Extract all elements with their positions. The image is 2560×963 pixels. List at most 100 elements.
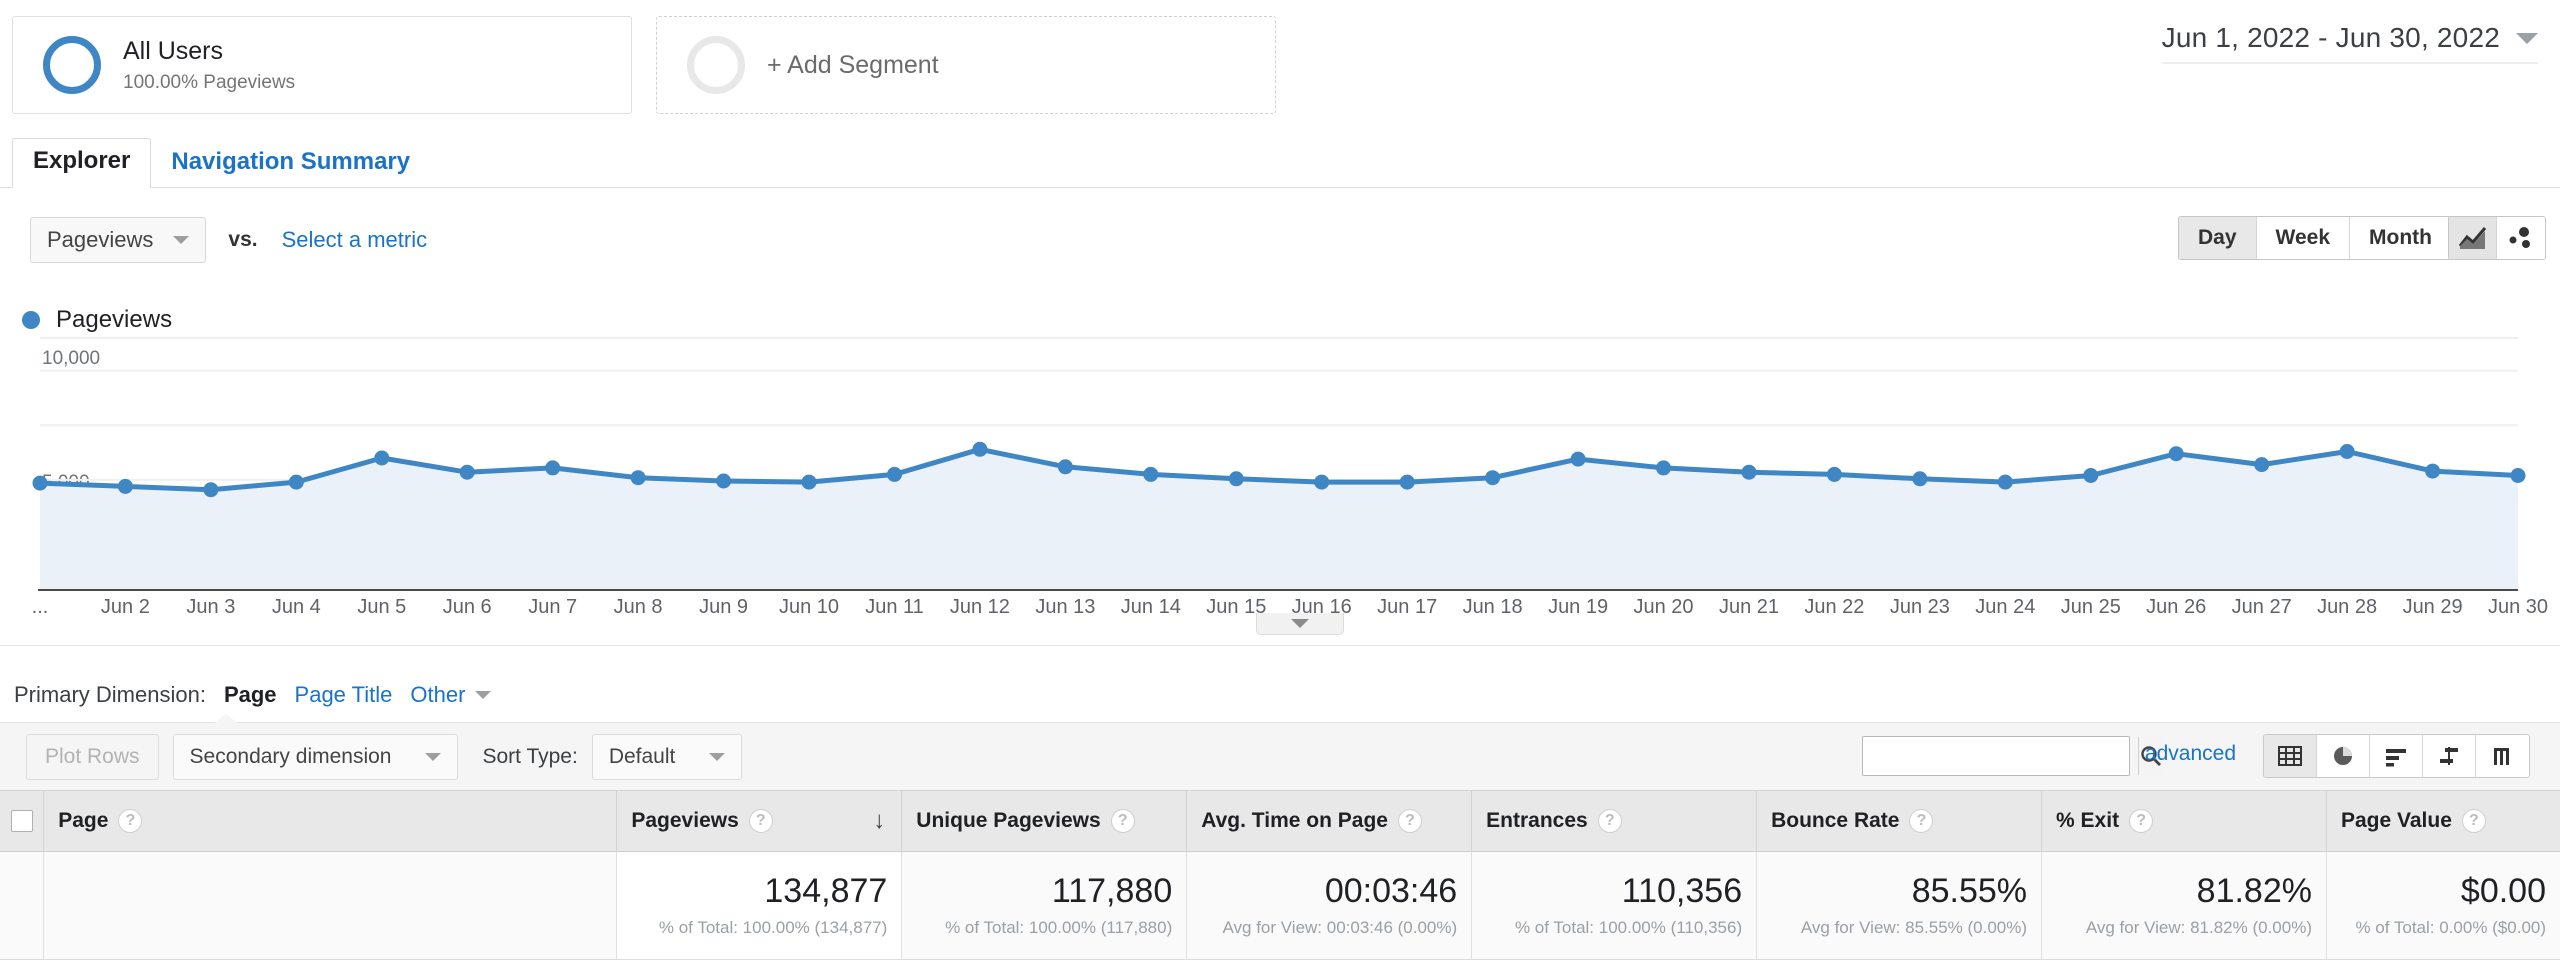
help-icon[interactable]: ? xyxy=(1111,809,1135,833)
granularity-day[interactable]: Day xyxy=(2179,217,2257,259)
summary-cell-exit: 81.82%Avg for View: 81.82% (0.00%) xyxy=(2042,852,2327,959)
x-axis-tick-18: Jun 19 xyxy=(1548,596,1608,619)
x-axis-tick-10: Jun 11 xyxy=(865,596,924,619)
x-axis-tick-27: Jun 28 xyxy=(2317,596,2377,619)
summary-cell-subtext: % of Total: 100.00% (134,877) xyxy=(659,918,887,938)
pageviews-line-chart[interactable] xyxy=(0,330,2560,610)
sort-type-select[interactable]: Default xyxy=(592,734,743,780)
x-axis-tick-4: Jun 5 xyxy=(357,596,406,619)
plot-rows-button[interactable]: Plot Rows xyxy=(26,734,159,780)
help-icon[interactable]: ? xyxy=(749,809,773,833)
vs-label: vs. xyxy=(228,228,257,252)
bar-chart-icon[interactable] xyxy=(2370,735,2423,777)
circle-ring-icon xyxy=(687,36,745,94)
x-axis-tick-7: Jun 8 xyxy=(614,596,663,619)
line-chart-icon[interactable] xyxy=(2449,217,2497,259)
summary-cell-subtext: Avg for View: 81.82% (0.00%) xyxy=(2086,918,2312,938)
x-axis-tick-26: Jun 27 xyxy=(2232,596,2292,619)
section-divider xyxy=(0,645,2560,646)
primary-dimension-page-title[interactable]: Page Title xyxy=(295,682,393,708)
summary-cell-subtext: % of Total: 100.00% (117,880) xyxy=(945,918,1172,938)
column-header-page-value[interactable]: Page Value? xyxy=(2327,790,2560,852)
column-header-unique-pageviews[interactable]: Unique Pageviews? xyxy=(902,790,1187,852)
date-range-picker[interactable]: Jun 1, 2022 - Jun 30, 2022 xyxy=(2162,22,2538,64)
x-axis-tick-17: Jun 18 xyxy=(1463,596,1523,619)
help-icon[interactable]: ? xyxy=(2462,809,2486,833)
column-header-label: Pageviews xyxy=(631,809,738,833)
tab-explorer[interactable]: Explorer xyxy=(12,138,151,188)
column-header-label: Unique Pageviews xyxy=(916,809,1100,833)
primary-dimension-row: Primary Dimension: Page Page Title Other xyxy=(14,682,491,708)
report-tabs: Explorer Navigation Summary xyxy=(0,140,2560,188)
column-header-page[interactable]: Page? xyxy=(44,790,617,852)
segment-all-users[interactable]: All Users 100.00% Pageviews xyxy=(12,16,632,114)
tab-navigation-summary[interactable]: Navigation Summary xyxy=(151,140,430,188)
x-axis-tick-9: Jun 10 xyxy=(779,596,839,619)
summary-cell-page xyxy=(44,852,617,959)
summary-cell-value: 134,877 xyxy=(764,873,887,910)
column-header-exit[interactable]: % Exit? xyxy=(2042,790,2327,852)
help-icon[interactable]: ? xyxy=(1598,809,1622,833)
help-icon[interactable]: ? xyxy=(1909,809,1933,833)
checkbox-icon[interactable] xyxy=(11,810,33,832)
column-header-bounce-rate[interactable]: Bounce Rate? xyxy=(1757,790,2042,852)
primary-dimension-page[interactable]: Page xyxy=(224,682,277,708)
metric-selector-row: Pageviews vs. Select a metric xyxy=(0,205,2560,275)
column-header-entrances[interactable]: Entrances? xyxy=(1472,790,1757,852)
chevron-down-icon xyxy=(1291,619,1309,628)
add-segment-label: + Add Segment xyxy=(767,51,939,80)
chevron-down-icon xyxy=(425,753,441,761)
search-input[interactable] xyxy=(1863,737,2138,775)
column-header-label: % Exit xyxy=(2056,809,2119,833)
column-header-avg-time-on-page[interactable]: Avg. Time on Page? xyxy=(1187,790,1472,852)
granularity-toggle: Day Week Month xyxy=(2178,216,2452,260)
column-header-label: Bounce Rate xyxy=(1771,809,1899,833)
x-axis-tick-13: Jun 14 xyxy=(1121,596,1181,619)
table-header-row: Page?Pageviews?↓Unique Pageviews?Avg. Ti… xyxy=(0,790,2560,852)
summary-cell-entrances: 110,356% of Total: 100.00% (110,356) xyxy=(1472,852,1757,959)
column-header-label: Avg. Time on Page xyxy=(1201,809,1388,833)
granularity-week[interactable]: Week xyxy=(2257,217,2350,259)
chart-collapse-handle[interactable] xyxy=(1256,613,1344,635)
summary-cell-avg-time-on-page: 00:03:46Avg for View: 00:03:46 (0.00%) xyxy=(1187,852,1472,959)
help-icon[interactable]: ? xyxy=(2129,809,2153,833)
analytics-behavior-pages-page: All Users 100.00% Pageviews + Add Segmen… xyxy=(0,0,2560,963)
help-icon[interactable]: ? xyxy=(1398,809,1422,833)
sort-descending-icon[interactable]: ↓ xyxy=(873,807,885,835)
x-axis-tick-29: Jun 30 xyxy=(2488,596,2548,619)
x-axis-tick-11: Jun 12 xyxy=(950,596,1010,619)
secondary-dimension-select[interactable]: Secondary dimension xyxy=(173,734,459,780)
primary-metric-select[interactable]: Pageviews xyxy=(30,217,206,263)
x-axis-tick-8: Jun 9 xyxy=(699,596,748,619)
summary-cell-value: 85.55% xyxy=(1912,873,2027,910)
column-header-pageviews[interactable]: Pageviews? ↓ xyxy=(617,790,902,852)
primary-dimension-other-label: Other xyxy=(410,682,465,708)
table-summary-row: 134,877 % of Total: 100.00% (134,877) 117,… xyxy=(0,852,2560,960)
x-axis-tick-1: Jun 2 xyxy=(101,596,150,619)
advanced-filter-link[interactable]: advanced xyxy=(2145,742,2236,766)
pages-data-table: Page?Pageviews?↓Unique Pageviews?Avg. Ti… xyxy=(0,790,2560,960)
pivot-icon[interactable] xyxy=(2476,735,2529,777)
chart-x-axis-line xyxy=(38,589,2518,591)
x-axis-tick-23: Jun 24 xyxy=(1975,596,2035,619)
add-segment-button[interactable]: + Add Segment xyxy=(656,16,1276,114)
pie-chart-icon[interactable] xyxy=(2317,735,2370,777)
primary-dimension-other[interactable]: Other xyxy=(410,682,491,708)
motion-chart-icon[interactable] xyxy=(2497,217,2545,259)
help-icon[interactable]: ? xyxy=(118,809,142,833)
summary-cell-value: $0.00 xyxy=(2461,873,2546,910)
select-a-metric-link[interactable]: Select a metric xyxy=(282,227,428,253)
segment-bar: All Users 100.00% Pageviews + Add Segmen… xyxy=(0,0,2560,132)
granularity-month[interactable]: Month xyxy=(2350,217,2451,259)
table-view-toggle xyxy=(2263,734,2530,778)
summary-cell-value: 117,880 xyxy=(1052,873,1172,910)
x-axis-tick-21: Jun 22 xyxy=(1804,596,1864,619)
comparison-icon[interactable] xyxy=(2423,735,2476,777)
x-axis-tick-19: Jun 20 xyxy=(1633,596,1693,619)
summary-cell-subtext: % of Total: 0.00% ($0.00) xyxy=(2355,918,2546,938)
sort-type-label: Sort Type: xyxy=(482,745,577,769)
table-view-icon[interactable] xyxy=(2264,735,2317,777)
select-all-checkbox-cell[interactable] xyxy=(0,790,44,852)
toolbar-notch xyxy=(212,714,240,725)
table-search-box[interactable] xyxy=(1862,736,2130,776)
